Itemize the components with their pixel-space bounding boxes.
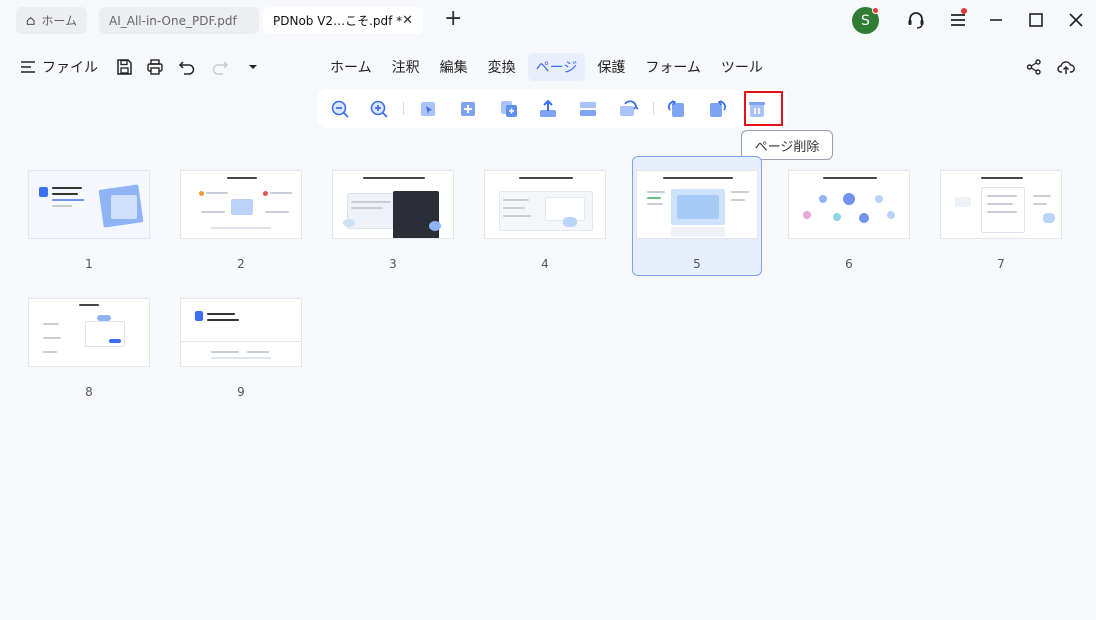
page-number-8: 8: [85, 385, 93, 399]
ribbon-tabs: ホーム 注釈 編集 変換 ページ 保護 フォーム ツール: [322, 53, 771, 81]
page-number-6: 6: [845, 257, 853, 271]
tab-tools[interactable]: ツール: [713, 53, 771, 81]
close-icon[interactable]: [1066, 10, 1086, 30]
select-page-icon[interactable]: [417, 98, 439, 120]
print-icon[interactable]: [146, 58, 164, 76]
tab-form[interactable]: フォーム: [637, 53, 709, 81]
tab-protect[interactable]: 保護: [589, 53, 633, 81]
dropdown-icon[interactable]: [244, 58, 262, 76]
maximize-icon[interactable]: [1026, 10, 1046, 30]
tab-document-1[interactable]: AI_All-in-One_PDF.pdf: [99, 7, 259, 34]
file-menu-button[interactable]: ファイル: [20, 57, 98, 77]
tab-convert[interactable]: 変換: [480, 53, 524, 81]
tab-document-2[interactable]: PDNob V2…こそ.pdf * ✕: [263, 7, 423, 34]
page-thumbnail-9[interactable]: [180, 298, 302, 367]
page-thumbnail-5[interactable]: [636, 170, 758, 239]
page-number-7: 7: [997, 257, 1005, 271]
tab-page[interactable]: ページ: [527, 53, 586, 81]
tab-document-2-label: PDNob V2…こそ.pdf *: [273, 14, 403, 28]
page-number-5: 5: [693, 257, 701, 271]
page-thumbnail-7[interactable]: [940, 170, 1062, 239]
save-icon[interactable]: [115, 58, 133, 76]
tab-home-ribbon[interactable]: ホーム: [322, 53, 380, 81]
avatar[interactable]: S: [852, 7, 879, 34]
split-page-icon[interactable]: [577, 98, 599, 120]
cloud-upload-icon[interactable]: [1057, 58, 1075, 76]
page-thumbnail-3[interactable]: [332, 170, 454, 239]
headset-icon[interactable]: [906, 10, 926, 30]
tab-home-label: ホーム: [41, 14, 77, 28]
page-number-4: 4: [541, 257, 549, 271]
title-bar: ホーム AI_All-in-One_PDF.pdf PDNob V2…こそ.pd…: [0, 0, 1096, 40]
rotate-left-icon[interactable]: [666, 98, 688, 120]
undo-icon[interactable]: [178, 58, 196, 76]
tab-annotate[interactable]: 注釈: [384, 53, 428, 81]
tab-home[interactable]: ホーム: [16, 7, 87, 34]
page-number-9: 9: [237, 385, 245, 399]
extract-page-icon[interactable]: [537, 98, 559, 120]
menu-notification-dot: [961, 8, 967, 14]
tab-close-icon[interactable]: ✕: [402, 13, 413, 28]
home-icon: [26, 16, 35, 25]
page-thumbnail-1[interactable]: [28, 170, 150, 239]
tab-edit[interactable]: 編集: [432, 53, 476, 81]
zoom-out-icon[interactable]: [329, 98, 351, 120]
new-tab-button[interactable]: +: [444, 8, 462, 30]
insert-page-icon[interactable]: [457, 98, 479, 120]
delete-page-highlight: [744, 91, 783, 126]
page-number-3: 3: [389, 257, 397, 271]
page-toolbar: [318, 89, 786, 128]
tab-document-1-label: AI_All-in-One_PDF.pdf: [109, 13, 237, 28]
zoom-in-icon[interactable]: [368, 98, 390, 120]
toolbar-separator: [653, 102, 654, 115]
page-number-2: 2: [237, 257, 245, 271]
page-thumbnail-4[interactable]: [484, 170, 606, 239]
rotate-page-icon[interactable]: [617, 98, 639, 120]
hamburger-icon: [21, 61, 35, 73]
notification-dot: [872, 7, 879, 14]
page-thumbnail-2[interactable]: [180, 170, 302, 239]
replace-page-icon[interactable]: [498, 98, 520, 120]
page-thumbnail-8[interactable]: [28, 298, 150, 367]
page-thumbnail-6[interactable]: [788, 170, 910, 239]
toolbar-separator: [403, 102, 404, 115]
redo-icon: [212, 61, 229, 75]
rotate-right-icon[interactable]: [706, 98, 728, 120]
minimize-icon[interactable]: [986, 10, 1006, 30]
share-icon[interactable]: [1025, 58, 1043, 76]
avatar-letter: S: [861, 12, 870, 29]
menu-bar: ファイル ホーム 注釈 編集 変換 ページ 保護 フォーム ツール: [0, 50, 1096, 84]
page-number-1: 1: [85, 257, 93, 271]
file-menu-label: ファイル: [42, 60, 98, 76]
